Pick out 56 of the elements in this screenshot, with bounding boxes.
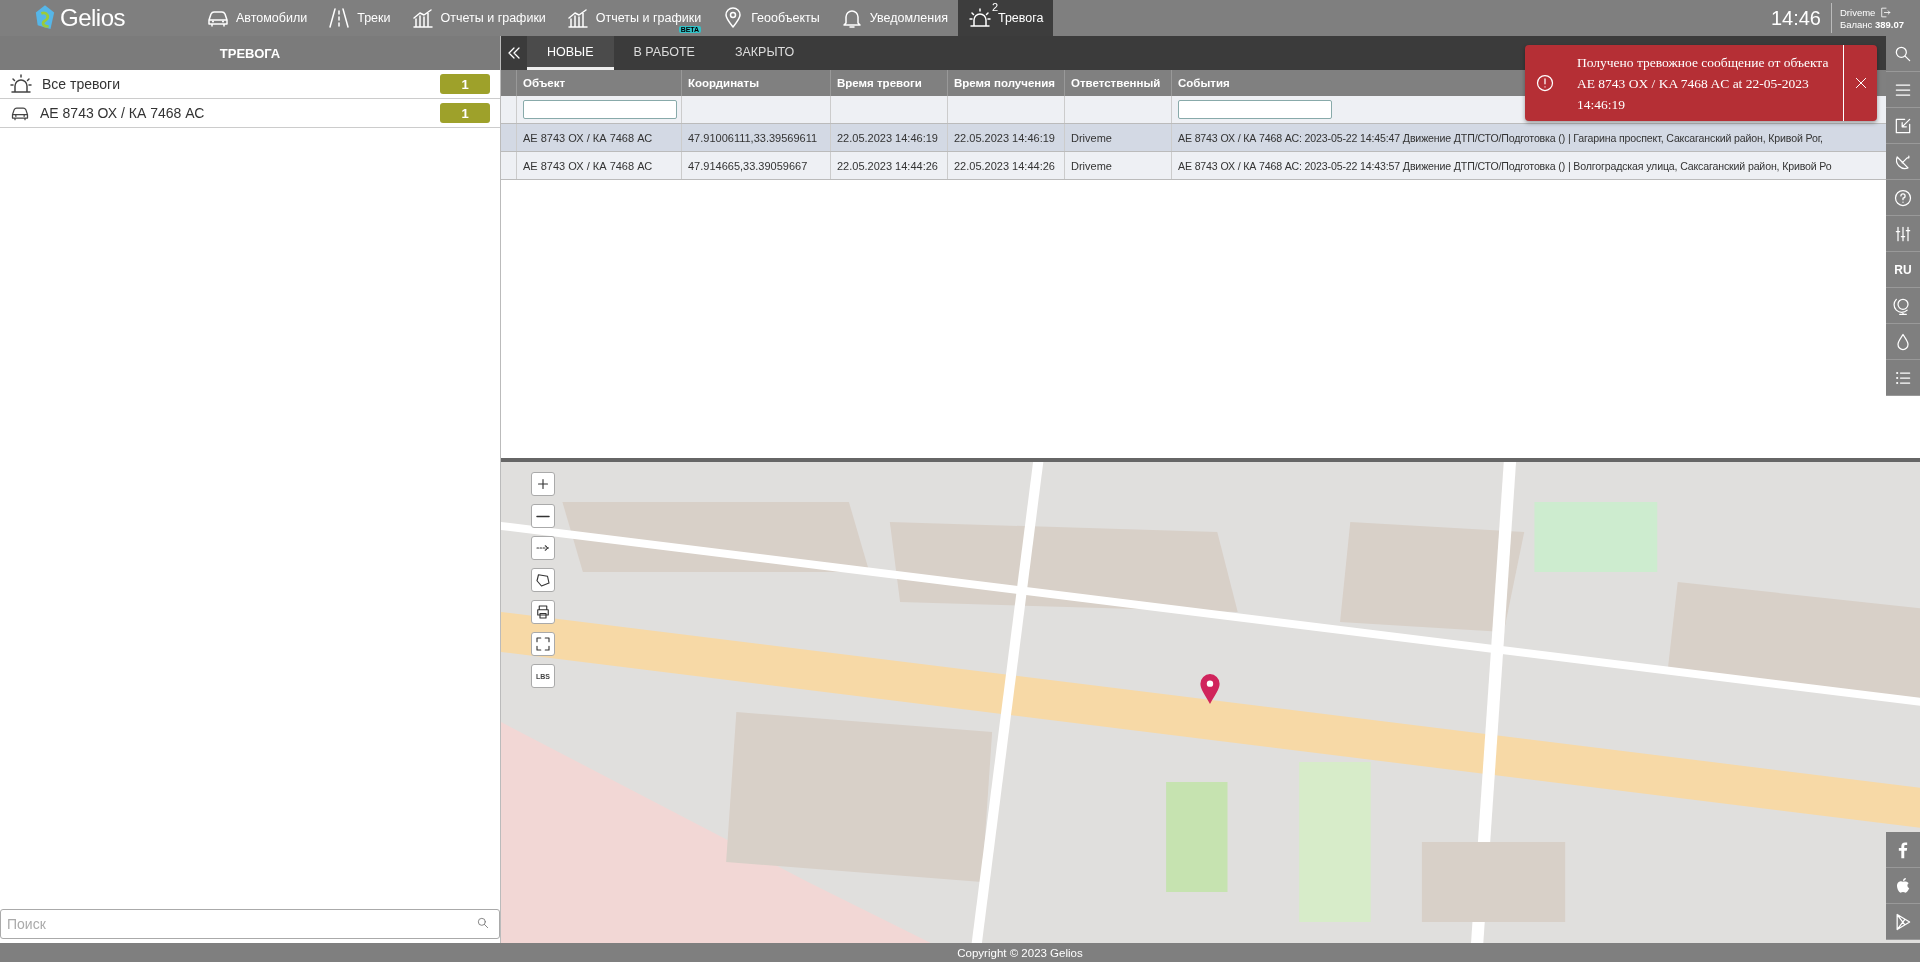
table-cell: Driveme: [1064, 151, 1172, 180]
count-badge: 1: [440, 103, 490, 123]
nav-item[interactable]: Отчеты и графики: [400, 0, 556, 36]
nav-item[interactable]: Тревога 2: [957, 0, 1054, 36]
polygon-icon: [534, 571, 552, 589]
panel-title: ТРЕВОГА: [0, 36, 500, 70]
table-cell: АЕ 8743 ОХ / КА 7468 АС: [516, 151, 682, 180]
column-header[interactable]: Координаты: [681, 70, 831, 96]
filter-field[interactable]: [1178, 100, 1332, 119]
column-header[interactable]: Время получения: [947, 70, 1065, 96]
table-cell: 47.91006111,33.39569611: [681, 123, 831, 152]
search-field[interactable]: Поиск: [0, 909, 500, 939]
table-cell: 22.05.2023 14:46:19: [947, 123, 1065, 152]
logout-icon: [1879, 6, 1893, 19]
table-cell: АЕ 8743 ОХ / КА 7468 АС: [516, 123, 682, 152]
tab[interactable]: НОВЫЕ: [527, 36, 614, 70]
zoom-out-icon: [536, 514, 550, 518]
tab[interactable]: ЗАКРЫТО: [714, 36, 815, 70]
bar-chart-icon: [410, 6, 435, 30]
search-icon: [476, 916, 490, 930]
printer-icon: [534, 603, 552, 621]
alarm-list-item[interactable]: Все тревоги 1: [0, 70, 500, 99]
column-header[interactable]: Объект: [516, 70, 682, 96]
filter-field[interactable]: [523, 100, 677, 119]
alarm-count: 2: [991, 1, 999, 13]
alarm-light-icon: [8, 72, 34, 96]
table-cell: 22.05.2023 14:44:26: [947, 151, 1065, 180]
map-tool-button[interactable]: [531, 600, 555, 624]
map-tool-button[interactable]: [531, 504, 555, 528]
copyright-text: Copyright © 2023 Gelios: [957, 946, 1083, 959]
help-icon: [1893, 187, 1913, 208]
alarm-light-icon: [967, 6, 992, 30]
alert-icon: [1535, 73, 1555, 93]
road-icon: [327, 6, 352, 30]
bar-chart-icon: [565, 6, 590, 30]
logo-text: Gelios: [60, 4, 126, 32]
table-cell: 22.05.2023 14:44:26: [830, 151, 948, 180]
logo-icon: [34, 4, 56, 32]
column-header[interactable]: Ответственный: [1064, 70, 1172, 96]
table-cell: 22.05.2023 14:46:19: [830, 123, 948, 152]
clock: 14:46: [1770, 3, 1832, 33]
tab[interactable]: В РАБОТЕ: [613, 36, 715, 70]
nav-item[interactable]: Геообъекты: [711, 0, 830, 36]
count-badge: 1: [440, 74, 490, 94]
map-marker-icon[interactable]: [1199, 673, 1221, 705]
table-cell: 47.914665,33.39059667: [681, 151, 831, 180]
map-tool-button[interactable]: [531, 568, 555, 592]
nav-item[interactable]: Автомобили: [196, 0, 318, 36]
user-name: Driveme: [1840, 7, 1876, 18]
balance-text: Баланс 389.07: [1840, 19, 1905, 30]
nav-item[interactable]: Треки: [317, 0, 401, 36]
table-cell: Driveme: [1064, 123, 1172, 152]
fullscreen-icon: [534, 635, 552, 653]
alarm-list-item[interactable]: АЕ 8743 ОХ / КА 7468 АС 1: [0, 99, 500, 128]
column-header[interactable]: Время тревоги: [830, 70, 948, 96]
nav-item[interactable]: Уведомления: [829, 0, 958, 36]
